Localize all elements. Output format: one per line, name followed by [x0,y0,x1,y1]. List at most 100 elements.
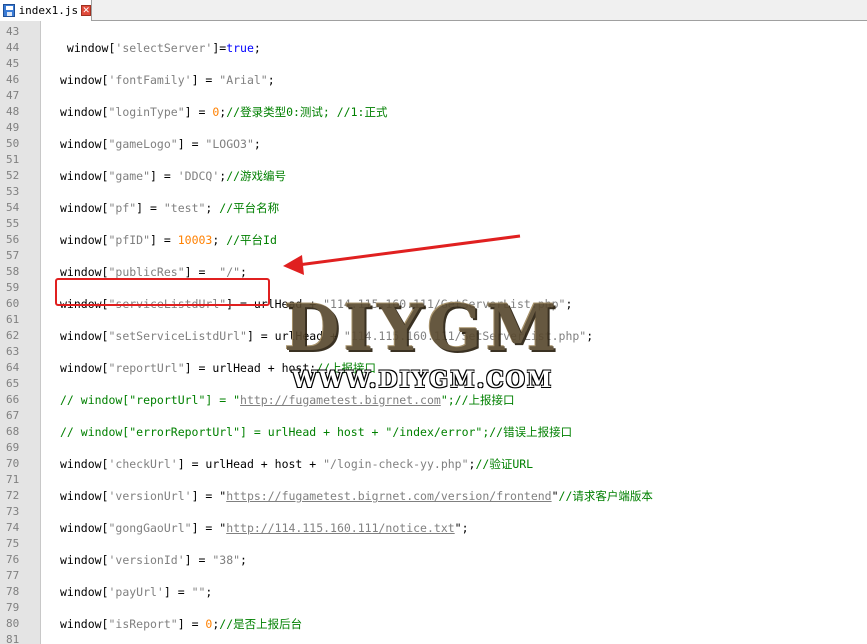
code-text: window['versionId'] = "38"; [60,552,247,568]
code-link[interactable]: https://fugametest.bigrnet.com/version/f… [226,489,551,503]
code-token: "publicRes" [108,265,185,279]
code-token: // window["errorReportUrl"] = urlHead + … [60,425,573,439]
line-number: 54 [6,201,20,214]
code-token: ] = [136,201,164,215]
code-token: 'checkUrl' [108,457,178,471]
line-number: 53 [6,185,20,198]
code-token: ; [253,137,261,151]
code-token: ; [205,201,220,215]
code-token: ; [267,73,275,87]
line-number: 76 [6,553,20,566]
code-token: ; [212,233,227,247]
code-text: window["reportUrl"] = urlHead + host;//上… [60,360,376,376]
code-token: //平台Id [226,233,277,247]
tab-label: index1.js [18,4,79,17]
line-number: 61 [6,313,20,326]
code-token: window[ [60,41,116,55]
code-token: ; [586,329,594,343]
code-token: //上报接口 [316,361,377,375]
code-token: window[ [60,457,109,471]
highlight-box [55,278,270,306]
code-token: "114.115.160.111/GetServerList.php" [323,297,566,311]
line-number: 73 [6,505,20,518]
tab-bar: index1.js ✕ [0,0,867,21]
code-token: "test" [163,201,206,215]
code-token: ] = " [191,489,227,503]
line-number: 49 [6,121,20,134]
code-text: // window["reportUrl"] = "http://fugamet… [60,392,515,408]
line-number: 60 [6,297,20,310]
line-number: 68 [6,425,20,438]
code-token: "gameLogo" [108,137,178,151]
code-token: ] = [150,233,178,247]
code-editor[interactable]: 43 44 45 46 47 48 49 50 51 52 53 54 55 56 57 58 59 60 61 62… [0,21,867,644]
line-number: 72 [6,489,20,502]
code-token: ";//上报接口 [440,393,515,407]
code-token: "38" [212,553,241,567]
code-token: ; [240,265,247,279]
line-number: 66 [6,393,20,406]
code-text: window["setServiceListdUrl"] = urlHead +… [60,328,593,344]
line-number: 55 [6,217,20,230]
code-token: ] = [191,73,220,87]
code-text: window["isReport"] = 0;//是否上报后台 [60,616,302,632]
line-number: 59 [6,281,20,294]
code-text: window["loginType"] = 0;//登录类型0:测试; //1:… [60,104,387,120]
code-token: window[ [60,617,109,631]
code-token: window[ [60,585,109,599]
code-text: window["pf"] = "test"; //平台名称 [60,200,279,216]
code-token: ; [565,297,573,311]
code-text: window['checkUrl'] = urlHead + host + "/… [60,456,533,472]
code-token: //游戏编号 [226,169,287,183]
line-number: 50 [6,137,20,150]
line-number: 70 [6,457,20,470]
line-number: 51 [6,153,20,166]
code-token: "gongGaoUrl" [108,521,192,535]
line-number: 56 [6,233,20,246]
code-token: true [226,41,254,55]
code-token: ; [205,585,213,599]
code-token: "114.115.160.111/SetServerList.php" [343,329,587,343]
code-token: ] = urlHead + host; [184,361,317,375]
line-number: 44 [6,41,20,54]
code-token: "/" [219,265,241,279]
line-number: 46 [6,73,20,86]
code-token: 'DDCQ' [177,169,220,183]
code-text: window['selectServer']=true; [60,40,261,56]
line-number: 74 [6,521,20,534]
code-token: ] = [150,169,178,183]
code-token: window[ [60,489,109,503]
code-link[interactable]: http://114.115.160.111/notice.txt [226,521,454,535]
code-token: 'versionId' [108,553,185,567]
code-token: "pf" [108,201,137,215]
code-token: "pfID" [108,233,151,247]
line-number: 47 [6,89,20,102]
code-token: " [551,489,559,503]
code-token: ] = urlHead + host + [177,457,324,471]
code-token: window[ [60,137,109,151]
code-token: ] = [177,617,206,631]
code-area[interactable]: window['selectServer']=true; window['font… [42,21,867,644]
code-token: "setServiceListdUrl" [108,329,247,343]
code-token: ] = [184,553,213,567]
close-icon[interactable]: ✕ [81,5,91,16]
code-token: 10003 [177,233,213,247]
code-token: window[ [60,521,109,535]
code-token: window[ [60,169,109,183]
line-number: 81 [6,633,20,644]
code-text: window["game"] = 'DDCQ';//游戏编号 [60,168,286,184]
line-number: 67 [6,409,20,422]
code-text: window['versionUrl'] = "https://fugamete… [60,488,653,504]
code-token: ] = urlHead + [246,329,344,343]
line-number: 65 [6,377,20,390]
code-token: "loginType" [108,105,185,119]
code-text: window["gongGaoUrl"] = "http://114.115.1… [60,520,469,536]
line-number: 69 [6,441,20,454]
line-number: 58 [6,265,20,278]
tab-index1-js[interactable]: index1.js ✕ [0,0,92,21]
code-text: window['payUrl'] = ""; [60,584,212,600]
line-number: 48 [6,105,20,118]
code-token: 'payUrl' [108,585,164,599]
code-token: 'versionUrl' [108,489,192,503]
code-link[interactable]: http://fugametest.bigrnet.com [240,393,441,407]
